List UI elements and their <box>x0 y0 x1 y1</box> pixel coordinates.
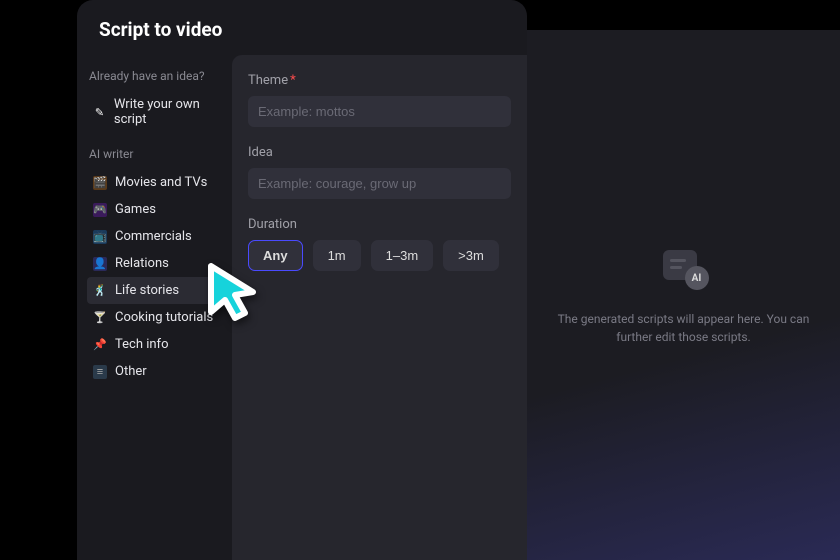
write-own-script-button[interactable]: ✎ Write your own script <box>87 91 232 133</box>
theme-label: Theme* <box>248 73 511 88</box>
pin-icon: 📌 <box>93 338 107 352</box>
ai-writer-label: AI writer <box>87 141 232 169</box>
sidebar-item-label: Other <box>115 364 147 379</box>
pencil-icon: ✎ <box>93 105 106 119</box>
sidebar: Already have an idea? ✎ Write your own s… <box>77 53 232 560</box>
sidebar-item-cooking[interactable]: 🍸 Cooking tutorials <box>87 304 232 331</box>
script-to-video-panel: Script to video Already have an idea? ✎ … <box>77 0 527 560</box>
sidebar-item-label: Write your own script <box>114 97 226 127</box>
person-icon: 👤 <box>93 257 107 271</box>
duration-options: Any 1m 1–3m >3m <box>248 240 511 271</box>
list-icon: ≡ <box>93 365 107 379</box>
idea-label: Idea <box>248 145 511 160</box>
empty-state-text: The generated scripts will appear here. … <box>527 310 840 346</box>
sidebar-item-label: Tech info <box>115 337 169 352</box>
sidebar-item-label: Life stories <box>115 283 179 298</box>
sidebar-item-relations[interactable]: 👤 Relations <box>87 250 232 277</box>
preview-panel: AI The generated scripts will appear her… <box>527 30 840 560</box>
sidebar-item-label: Relations <box>115 256 169 271</box>
tv-icon: 📺 <box>93 230 107 244</box>
theme-input[interactable] <box>248 96 511 127</box>
sidebar-item-label: Movies and TVs <box>115 175 207 190</box>
duration-any-button[interactable]: Any <box>248 240 303 271</box>
ai-badge-icon: AI <box>685 266 709 290</box>
sidebar-item-label: Commercials <box>115 229 192 244</box>
required-asterisk: * <box>290 73 296 88</box>
sidebar-item-tech[interactable]: 📌 Tech info <box>87 331 232 358</box>
duration-1-3m-button[interactable]: 1–3m <box>371 240 434 271</box>
idea-input[interactable] <box>248 168 511 199</box>
dance-icon: 🕺 <box>93 284 107 298</box>
sidebar-item-label: Games <box>115 202 156 217</box>
sidebar-item-other[interactable]: ≡ Other <box>87 358 232 385</box>
duration-gt3m-button[interactable]: >3m <box>443 240 499 271</box>
cocktail-icon: 🍸 <box>93 311 107 325</box>
page-title: Script to video <box>77 0 527 53</box>
sidebar-item-commercials[interactable]: 📺 Commercials <box>87 223 232 250</box>
duration-label: Duration <box>248 217 511 232</box>
sidebar-item-label: Cooking tutorials <box>115 310 213 325</box>
idea-prompt-label: Already have an idea? <box>87 63 232 91</box>
duration-1m-button[interactable]: 1m <box>313 240 361 271</box>
theme-label-text: Theme <box>248 73 288 88</box>
form-panel: Theme* Idea Duration Any 1m 1–3m >3m <box>232 55 527 560</box>
sidebar-item-movies[interactable]: 🎬 Movies and TVs <box>87 169 232 196</box>
sidebar-item-life-stories[interactable]: 🕺 Life stories <box>87 277 232 304</box>
sidebar-item-games[interactable]: 🎮 Games <box>87 196 232 223</box>
empty-state-icon: AI <box>659 250 709 290</box>
film-icon: 🎬 <box>93 176 107 190</box>
content-columns: Already have an idea? ✎ Write your own s… <box>77 53 527 560</box>
gamepad-icon: 🎮 <box>93 203 107 217</box>
